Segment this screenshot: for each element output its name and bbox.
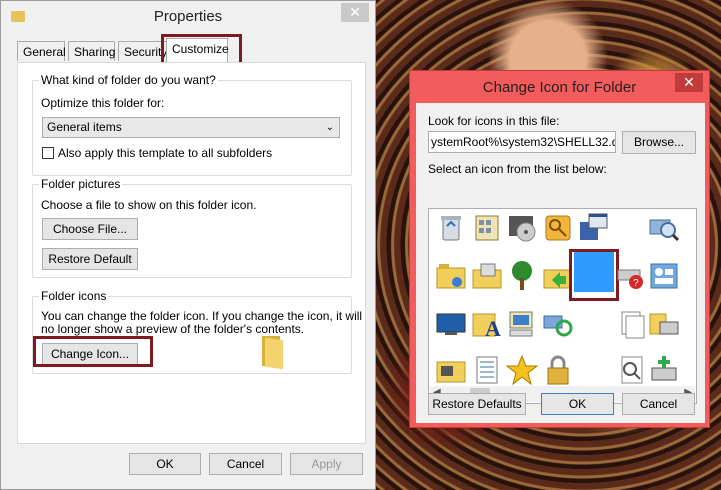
- cancel-button[interactable]: Cancel: [622, 393, 695, 415]
- computer-icon[interactable]: [506, 308, 538, 340]
- group-label: Folder icons: [39, 289, 109, 303]
- control-panel2-icon[interactable]: [648, 260, 680, 292]
- optimize-label: Optimize this folder for:: [41, 96, 165, 110]
- browse-button[interactable]: Browse...: [622, 131, 696, 154]
- icon-list[interactable]: ? A: [428, 208, 697, 404]
- folder-icons-desc-line2: no longer show a preview of the folder's…: [41, 322, 305, 336]
- search-document-icon[interactable]: [616, 354, 648, 386]
- help-drive-icon[interactable]: ?: [616, 260, 648, 292]
- titlebar: Properties ✕: [1, 1, 375, 33]
- tree-icon[interactable]: [506, 260, 538, 292]
- folder-pictures-desc: Choose a file to show on this folder ico…: [41, 198, 257, 212]
- highlight-selected-icon: [569, 249, 619, 301]
- select-icon-label: Select an icon from the list below:: [428, 162, 607, 176]
- highlight-change-icon-button: [33, 336, 153, 367]
- change-icon-dialog: Change Icon for Folder ✕ Look for icons …: [409, 70, 710, 428]
- window-title: Properties: [153, 8, 223, 25]
- tab-general[interactable]: General: [17, 41, 66, 61]
- close-button[interactable]: ✕: [675, 73, 703, 92]
- restore-defaults-button[interactable]: Restore Defaults: [428, 393, 526, 415]
- svg-text:?: ?: [633, 278, 639, 289]
- cancel-button[interactable]: Cancel: [209, 453, 282, 475]
- close-button[interactable]: ✕: [341, 3, 369, 22]
- network-search-icon[interactable]: [648, 212, 680, 244]
- monitor-icon[interactable]: [435, 308, 467, 340]
- optimize-value: General items: [47, 120, 122, 134]
- network-refresh-icon[interactable]: [542, 308, 574, 340]
- apply-button[interactable]: Apply: [290, 453, 363, 475]
- ok-button[interactable]: OK: [129, 453, 201, 475]
- program-window-icon[interactable]: [577, 212, 609, 244]
- choose-file-button[interactable]: Choose File...: [42, 218, 138, 240]
- lock-icon[interactable]: [542, 354, 574, 386]
- look-for-label: Look for icons in this file:: [428, 114, 560, 128]
- media-icon[interactable]: [506, 212, 538, 244]
- printer-folder2-icon[interactable]: [648, 308, 680, 340]
- network-folder-icon[interactable]: [435, 354, 467, 386]
- optimize-select[interactable]: General items ⌄: [42, 117, 340, 138]
- icon-file-path-input[interactable]: ystemRoot%\system32\SHELL32.dll: [428, 131, 616, 153]
- restore-default-button[interactable]: Restore Default: [42, 248, 138, 270]
- fonts-folder-icon[interactable]: A: [471, 308, 503, 341]
- chevron-down-icon: ⌄: [325, 122, 334, 133]
- group-label: Folder pictures: [39, 177, 123, 191]
- folder-pictures-group: Folder pictures Choose a file to show on…: [32, 177, 352, 278]
- dialog-title: Change Icon for Folder: [482, 79, 637, 96]
- customize-panel: What kind of folder do you want? Optimiz…: [17, 62, 366, 444]
- ok-button[interactable]: OK: [541, 393, 614, 415]
- task-list-icon[interactable]: [471, 354, 503, 386]
- dialog-body: Look for icons in this file: ystemRoot%\…: [416, 103, 705, 423]
- folder-preview-icon: [260, 336, 284, 370]
- shared-folder-icon[interactable]: [435, 260, 467, 292]
- tab-sharing[interactable]: Sharing: [68, 41, 115, 61]
- documents-icon[interactable]: [616, 308, 648, 340]
- group-label: What kind of folder do you want?: [39, 73, 218, 87]
- recycle-bin-icon[interactable]: [435, 212, 467, 244]
- svg-text:A: A: [485, 316, 501, 340]
- printer-add-icon[interactable]: [648, 354, 680, 386]
- properties-window: Properties ✕ General Sharing Security Cu…: [0, 0, 376, 490]
- apply-subfolders-checkbox[interactable]: [42, 147, 54, 159]
- folder-type-group: What kind of folder do you want? Optimiz…: [32, 73, 352, 176]
- folder-icons-desc-line1: You can change the folder icon. If you c…: [41, 309, 363, 323]
- control-panel-icon[interactable]: [471, 212, 503, 244]
- printer-folder-icon[interactable]: [471, 260, 503, 292]
- apply-subfolders-label: Also apply this template to all subfolde…: [58, 146, 273, 160]
- key-icon[interactable]: [542, 212, 574, 244]
- star-icon[interactable]: [505, 354, 539, 386]
